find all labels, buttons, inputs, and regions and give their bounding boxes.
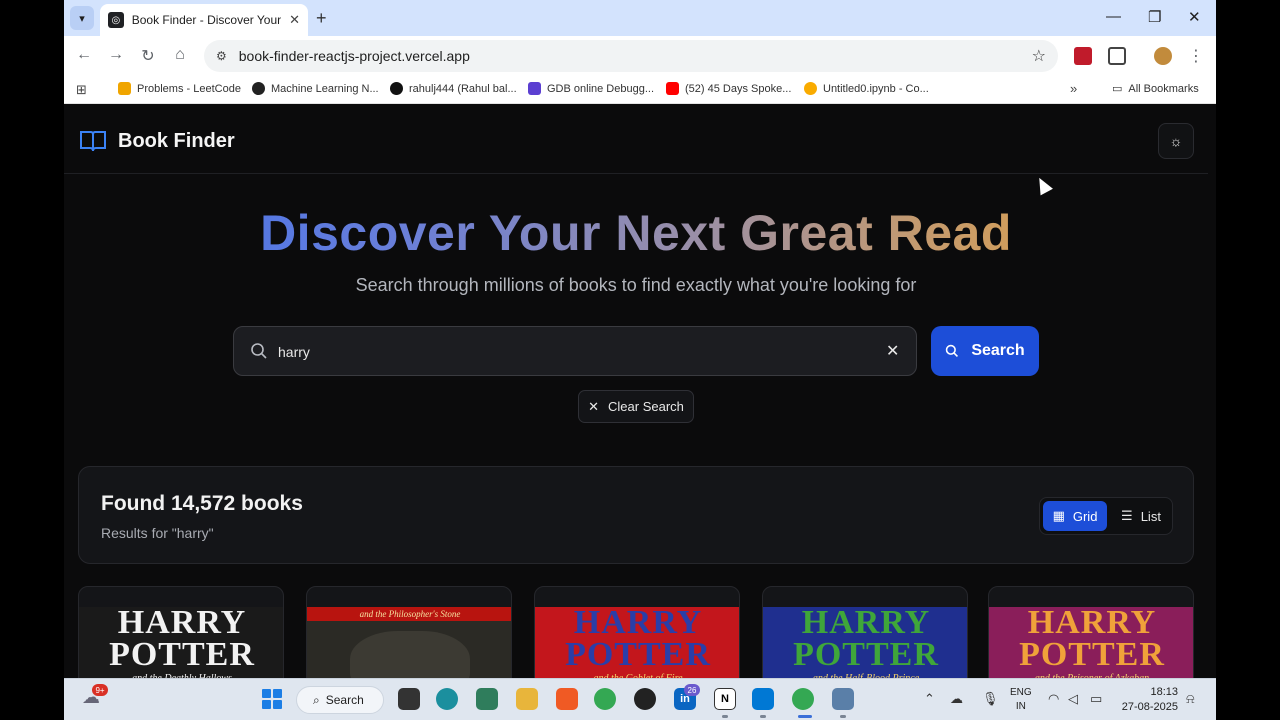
notepad-icon[interactable] <box>476 688 498 710</box>
youtube-icon <box>666 82 679 95</box>
notion-icon[interactable]: N <box>714 688 736 710</box>
notifications-icon[interactable]: ⍾ <box>1186 691 1195 707</box>
clear-search-label: Clear Search <box>608 399 684 414</box>
site-info-icon[interactable]: ⚙ <box>216 49 227 63</box>
task-view-icon[interactable] <box>398 688 420 710</box>
search-input[interactable] <box>278 339 858 365</box>
taskbar-search[interactable]: ⌕ Search <box>296 686 384 714</box>
edge-icon[interactable] <box>436 688 458 710</box>
running-indicator <box>722 715 728 718</box>
all-bookmarks-button[interactable]: ▭ All Bookmarks <box>1112 82 1199 96</box>
results-query: Results for "harry" <box>101 525 214 541</box>
results-summary: Found 14,572 books Results for "harry" ▦… <box>78 466 1194 564</box>
results-count: Found 14,572 books <box>101 492 303 515</box>
forward-button[interactable]: → <box>106 46 126 64</box>
clock[interactable]: 18:13 27-08-2025 <box>1118 685 1178 715</box>
open-book-icon <box>80 131 106 152</box>
grid-icon: ▦ <box>1052 508 1065 523</box>
tab-close-icon[interactable]: ✕ <box>289 12 300 28</box>
bookmark-item[interactable]: Untitled0.ipynb - Co... <box>804 82 929 95</box>
brand-title[interactable]: Book Finder <box>118 130 235 153</box>
browser-toolbar: ← → ↻ ⌂ ⚙ book-finder-reactjs-project.ve… <box>64 36 1216 76</box>
battery-icon[interactable]: ▭ <box>1090 691 1102 707</box>
chrome-profile-icon[interactable] <box>792 688 814 710</box>
extension-icon[interactable] <box>1074 47 1092 65</box>
search-field[interactable]: ✕ <box>233 326 917 376</box>
search-button-label: Search <box>971 342 1025 359</box>
bookmark-star-icon[interactable]: ☆ <box>1032 46 1046 66</box>
chrome-menu-icon[interactable]: ⋮ <box>1186 46 1206 66</box>
linkedin-badge: 26 <box>684 684 700 696</box>
view-toggle: ▦ Grid ☰ List <box>1039 497 1173 535</box>
active-indicator <box>798 715 812 718</box>
running-indicator <box>840 715 846 718</box>
search-icon <box>946 344 959 357</box>
home-button[interactable]: ⌂ <box>170 46 190 64</box>
wifi-icon[interactable]: ◠ <box>1048 691 1059 707</box>
restore-button[interactable]: ❐ <box>1148 8 1161 26</box>
active-tab[interactable]: ◎ Book Finder - Discover Your Next Great… <box>100 4 308 36</box>
tab-favicon-icon: ◎ <box>108 12 124 28</box>
vscode-icon[interactable] <box>752 688 774 710</box>
onedrive-icon[interactable]: ☁ <box>950 691 963 707</box>
profile-avatar[interactable] <box>1154 47 1172 65</box>
file-explorer-icon[interactable] <box>516 688 538 710</box>
leetcode-icon <box>118 82 131 95</box>
search-icon: ⌕ <box>313 692 320 707</box>
browser-window: ▾ ◎ Book Finder - Discover Your Next Gre… <box>64 0 1216 720</box>
snipping-tool-icon[interactable] <box>832 688 854 710</box>
chevron-up-icon[interactable]: ⌃ <box>924 691 935 707</box>
windows-taskbar: ☁ 9+ ⌕ Search in 26 N ⌃ ☁ 🎙 ENG IN ◠ ◁ ▭ <box>64 678 1216 720</box>
search-button[interactable]: Search <box>931 326 1039 376</box>
bookmark-item[interactable]: rahulj444 (Rahul bal... <box>390 82 517 95</box>
sun-icon: ☼ <box>1169 133 1183 149</box>
volume-icon[interactable]: ◁ <box>1068 691 1078 707</box>
folder-icon: ▭ <box>1112 83 1123 95</box>
search-icon <box>251 343 267 359</box>
list-view-button[interactable]: ☰ List <box>1110 501 1172 531</box>
list-icon: ☰ <box>1121 508 1133 523</box>
bookmark-item[interactable]: GDB online Debugg... <box>528 82 654 95</box>
url-text: book-finder-reactjs-project.vercel.app <box>238 48 470 64</box>
close-icon: ✕ <box>588 398 600 414</box>
bookmark-item[interactable]: Problems - LeetCode <box>118 82 241 95</box>
ml-icon <box>252 82 265 95</box>
app-header: Book Finder ☼ <box>64 108 1208 174</box>
minimize-button[interactable]: — <box>1106 8 1121 25</box>
grid-view-button[interactable]: ▦ Grid <box>1043 501 1107 531</box>
address-bar[interactable]: ⚙ book-finder-reactjs-project.vercel.app… <box>204 40 1058 72</box>
clear-search-button[interactable]: ✕ Clear Search <box>578 390 694 423</box>
colab-icon <box>804 82 817 95</box>
brave-icon[interactable] <box>556 688 578 710</box>
tab-bar: ▾ ◎ Book Finder - Discover Your Next Gre… <box>64 0 1216 36</box>
theme-toggle-button[interactable]: ☼ <box>1158 123 1194 159</box>
running-indicator <box>760 715 766 718</box>
hero-subtitle: Search through millions of books to find… <box>355 275 917 295</box>
back-button[interactable]: ← <box>74 46 94 64</box>
chatgpt-icon[interactable] <box>634 688 656 710</box>
chrome-icon[interactable] <box>594 688 616 710</box>
tab-title: Book Finder - Discover Your Next Great R… <box>131 13 282 27</box>
windows-start-icon[interactable] <box>262 689 282 709</box>
bookmark-item[interactable]: Machine Learning N... <box>252 82 379 95</box>
extensions-puzzle-icon[interactable] <box>1108 47 1126 65</box>
bookmarks-bar: ⊞ Problems - LeetCode Machine Learning N… <box>64 76 1216 104</box>
clear-input-icon[interactable]: ✕ <box>886 341 899 361</box>
close-window-button[interactable]: ✕ <box>1188 8 1201 26</box>
hero-title: Discover Your Next Great Read <box>64 204 1208 262</box>
apps-grid-icon[interactable]: ⊞ <box>76 82 87 98</box>
reload-button[interactable]: ↻ <box>138 46 158 66</box>
language-indicator[interactable]: ENG IN <box>1010 686 1032 714</box>
new-tab-button[interactable]: + <box>316 8 327 28</box>
notification-badge: 9+ <box>92 684 108 696</box>
tab-search-button[interactable]: ▾ <box>70 6 94 30</box>
github-icon <box>390 82 403 95</box>
gdb-icon <box>528 82 541 95</box>
bookmark-item[interactable]: (52) 45 Days Spoke... <box>666 82 791 95</box>
microphone-icon[interactable]: 🎙 <box>982 691 999 707</box>
more-bookmarks-icon[interactable]: » <box>1070 81 1077 96</box>
